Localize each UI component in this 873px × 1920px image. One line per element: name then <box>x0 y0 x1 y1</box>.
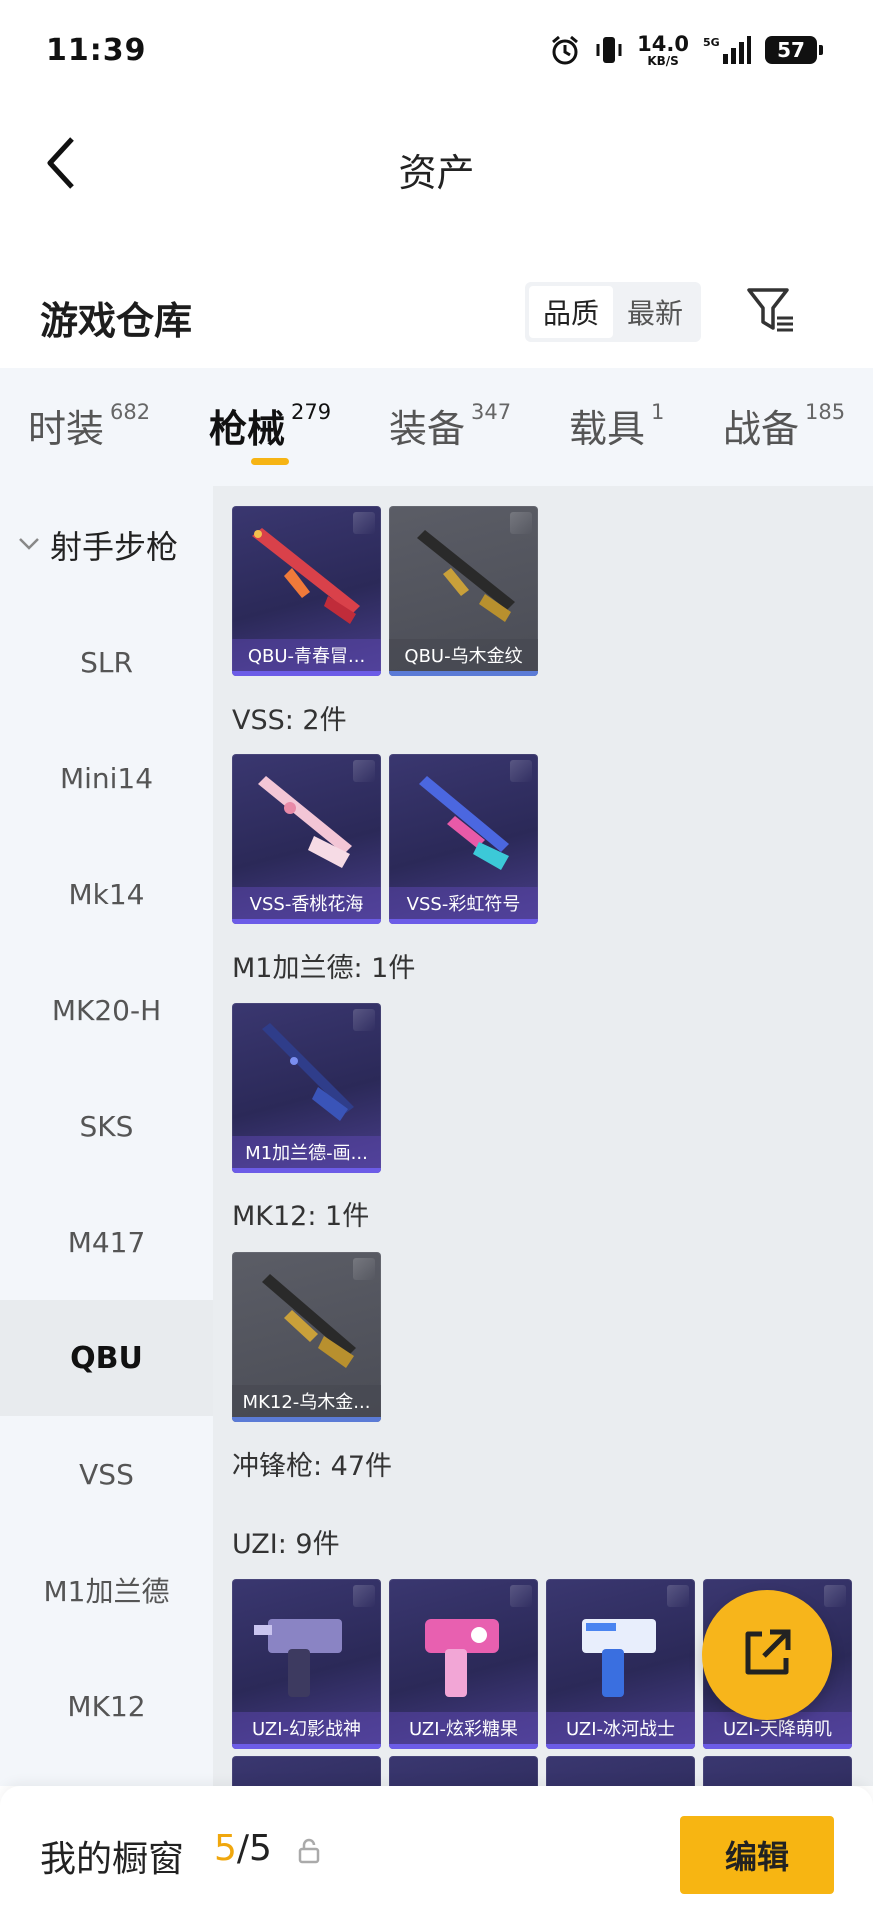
card-corner-decoration <box>667 1585 689 1607</box>
quality-bar <box>389 919 538 924</box>
page-title: 资产 <box>398 151 475 195</box>
showcase-title: 我的橱窗 <box>40 1839 185 1880</box>
item-card-partial[interactable] <box>703 1756 852 1786</box>
item-card-partial[interactable] <box>546 1756 695 1786</box>
status-time: 11:39 <box>46 32 147 68</box>
sidebar-item-mk12[interactable]: MK12 <box>0 1648 213 1764</box>
showcase-bar: 我的橱窗 5/5 编辑 <box>0 1786 873 1920</box>
sidebar-item-sks[interactable]: SKS <box>0 1068 213 1184</box>
sort-option-newest[interactable]: 最新 <box>613 286 697 338</box>
status-bar: 11:39 14.0 KB/S 5G 57 <box>0 0 873 100</box>
lock-icon <box>297 1838 321 1868</box>
weapon-sidebar: 射手步枪 SLR Mini14 Mk14 MK20-H SKS M417 QBU… <box>0 486 213 1786</box>
card-corner-decoration <box>510 760 532 782</box>
sort-toggle: 品质 最新 <box>525 282 701 342</box>
nav-bar: 资产 <box>0 110 873 220</box>
card-corner-decoration <box>353 512 375 534</box>
tab-fashion[interactable]: 时装 682 <box>28 398 150 453</box>
category-tabs: 时装 682 枪械 279 装备 347 载具 1 战备 185 <box>0 368 873 486</box>
quality-bar <box>389 1744 538 1749</box>
card-corner-decoration <box>510 1585 532 1607</box>
filter-button[interactable] <box>745 284 797 336</box>
item-card-uzi-glacier[interactable]: UZI-冰河战士 <box>546 1579 695 1749</box>
item-card-vss-peach[interactable]: VSS-香桃花海 <box>232 754 381 924</box>
sidebar-item-vss[interactable]: VSS <box>0 1416 213 1532</box>
active-tab-indicator <box>251 458 289 465</box>
card-corner-decoration <box>824 1585 846 1607</box>
edit-button[interactable]: 编辑 <box>680 1816 834 1894</box>
item-card-uzi-candy[interactable]: UZI-炫彩糖果 <box>389 1579 538 1749</box>
chevron-down-icon <box>18 536 40 555</box>
section-header: 游戏仓库 品质 最新 <box>0 270 873 360</box>
quality-bar <box>389 671 538 676</box>
group-label-vss: VSS: 2件 <box>232 705 347 736</box>
group-label-smg: 冲锋枪: 47件 <box>232 1451 393 1482</box>
card-corner-decoration <box>353 760 375 782</box>
sidebar-item-m417[interactable]: M417 <box>0 1184 213 1300</box>
quality-bar <box>232 1744 381 1749</box>
quality-bar <box>703 1744 852 1749</box>
card-corner-decoration <box>353 1009 375 1031</box>
item-card-m1-garand[interactable]: M1加兰德-画... <box>232 1003 381 1173</box>
sidebar-item-qbu[interactable]: QBU <box>0 1300 213 1416</box>
sort-option-quality[interactable]: 品质 <box>529 286 613 338</box>
svg-text:5G: 5G <box>703 36 720 49</box>
sidebar-item-m1-garand[interactable]: M1加兰德 <box>0 1532 213 1648</box>
sidebar-group-marksman[interactable]: 射手步枪 <box>0 486 213 604</box>
group-label-uzi: UZI: 9件 <box>232 1529 340 1560</box>
card-corner-decoration <box>353 1258 375 1280</box>
sidebar-item-slr[interactable]: SLR <box>0 604 213 720</box>
card-corner-decoration <box>510 512 532 534</box>
tab-equipment[interactable]: 装备 347 <box>389 398 511 453</box>
vibrate-icon <box>595 34 623 66</box>
signal-5g-icon: 5G <box>703 34 751 66</box>
item-card-uzi-phantom[interactable]: UZI-幻影战神 <box>232 1579 381 1749</box>
alarm-icon <box>549 34 581 66</box>
quality-bar <box>546 1744 695 1749</box>
status-icons: 14.0 KB/S 5G 57 <box>549 31 823 68</box>
item-card-partial[interactable] <box>389 1756 538 1786</box>
share-fab-button[interactable] <box>702 1590 832 1720</box>
item-card-mk12-ebony[interactable]: MK12-乌木金... <box>232 1252 381 1422</box>
tab-guns[interactable]: 枪械 279 <box>209 398 331 453</box>
battery-indicator: 57 <box>765 36 823 64</box>
tab-vehicles[interactable]: 载具 1 <box>569 398 664 453</box>
share-external-icon <box>740 1626 794 1684</box>
group-label-mk12: MK12: 1件 <box>232 1201 370 1232</box>
item-card-partial[interactable] <box>232 1756 381 1786</box>
sidebar-item-mini14[interactable]: Mini14 <box>0 720 213 836</box>
quality-bar <box>232 1168 381 1173</box>
quality-bar <box>232 671 381 676</box>
item-card-vss-rainbow[interactable]: VSS-彩虹符号 <box>389 754 538 924</box>
sidebar-item-mk20h[interactable]: MK20-H <box>0 952 213 1068</box>
showcase-count: 5/5 <box>214 1828 272 1869</box>
group-label-m1-garand: M1加兰德: 1件 <box>232 953 416 984</box>
tab-supplies[interactable]: 战备 185 <box>723 398 845 453</box>
network-speed: 14.0 KB/S <box>637 31 689 68</box>
item-card-qbu-ebony[interactable]: QBU-乌木金纹 <box>389 506 538 676</box>
quality-bar <box>232 1417 381 1422</box>
quality-bar <box>232 919 381 924</box>
sidebar-item-mk14[interactable]: Mk14 <box>0 836 213 952</box>
filter-icon <box>745 288 797 340</box>
section-title: 游戏仓库 <box>40 299 193 343</box>
item-card-qbu-youth[interactable]: QBU-青春冒... <box>232 506 381 676</box>
card-corner-decoration <box>353 1585 375 1607</box>
